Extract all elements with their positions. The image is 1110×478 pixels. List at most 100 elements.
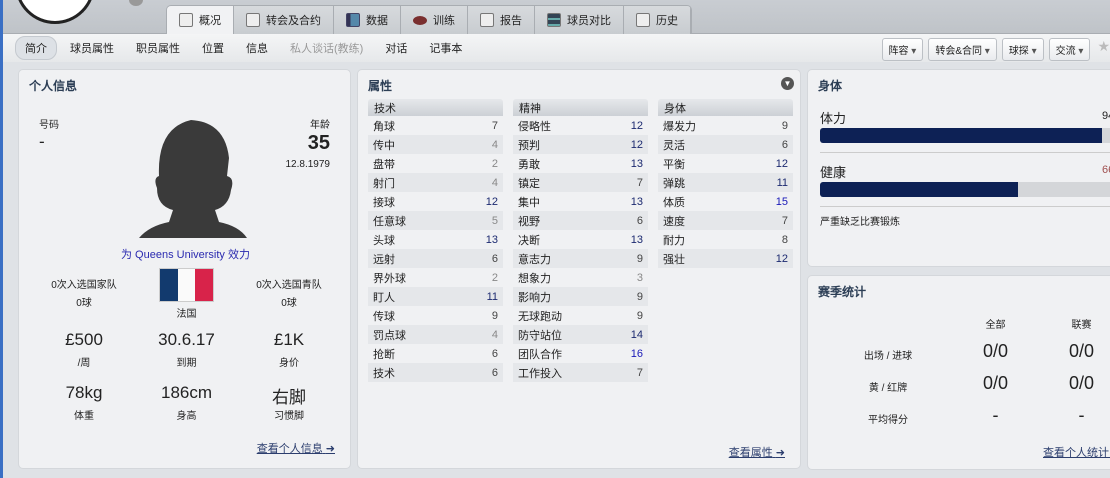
tab-label: 转会及合约 (266, 15, 321, 27)
france-flag-icon (159, 268, 214, 302)
attribute-row[interactable]: 界外球 2 (368, 268, 503, 287)
subnav-profile[interactable]: 简介 (15, 36, 57, 60)
subnav-positions[interactable]: 位置 (193, 37, 233, 59)
attribute-row[interactable]: 无球跑动 9 (513, 306, 648, 325)
subnav-info[interactable]: 信息 (237, 37, 277, 59)
attribute-name: 防守站位 (518, 329, 562, 342)
subnav-private-chat: 私人谈话(教练) (290, 43, 364, 55)
subnav-staff-attributes[interactable]: 职员属性 (127, 37, 189, 59)
view-stats-link[interactable]: 查看个人统计 ➜ (1043, 444, 1110, 460)
attribute-row[interactable]: 决断 13 (513, 230, 648, 249)
subnav-dialogue[interactable]: 对话 (376, 37, 416, 59)
attribute-row[interactable]: 团队合作 16 (513, 344, 648, 363)
squad-dropdown[interactable]: 阵容 (881, 38, 924, 61)
view-personal-info-link[interactable]: 查看个人信息 ➜ (257, 440, 335, 456)
attribute-row[interactable]: 防守站位 14 (513, 325, 648, 344)
view-attributes-link[interactable]: 查看属性 ➜ (729, 444, 785, 460)
tab-history[interactable]: 历史 (624, 6, 691, 34)
attribute-value: 11 (486, 290, 498, 303)
attribute-row[interactable]: 侵略性 12 (513, 116, 648, 135)
attribute-name: 爆发力 (663, 120, 696, 133)
attribute-row[interactable]: 弹跳 11 (658, 173, 793, 192)
attribute-row[interactable]: 镇定 7 (513, 173, 648, 192)
link-text: 查看属性 (728, 447, 773, 459)
attribute-row[interactable]: 接球 12 (368, 192, 503, 211)
stamina-value: 94 (1102, 110, 1110, 122)
attribute-row[interactable]: 传中 4 (368, 135, 503, 154)
attribute-row[interactable]: 强壮 12 (658, 249, 793, 268)
attribute-value: 9 (636, 252, 643, 265)
attribute-name: 灵活 (663, 139, 685, 152)
attribute-row[interactable]: 工作投入 7 (513, 363, 648, 382)
attribute-row[interactable]: 射门 4 (368, 173, 503, 192)
attribute-row[interactable]: 角球 7 (368, 116, 503, 135)
attribute-name: 体质 (663, 196, 685, 209)
expiry-label: 到期 (176, 358, 197, 369)
document-icon (246, 13, 260, 27)
stat-league: - (1078, 405, 1085, 425)
attribute-row[interactable]: 耐力 8 (658, 230, 793, 249)
tab-stats[interactable]: 数据 (334, 6, 401, 34)
season-stats-panel: 赛季统计 全部 联赛 出场 / 进球 0/0 0/0 黄 / 红牌 0/0 0/0… (807, 275, 1110, 470)
attribute-row[interactable]: 盯人 11 (368, 287, 503, 306)
subnav-player-attributes[interactable]: 球员属性 (61, 37, 123, 59)
tab-label: 历史 (656, 15, 678, 27)
attribute-group-header: 精神 (513, 99, 648, 116)
attribute-row[interactable]: 体质 15 (658, 192, 793, 211)
attribute-row[interactable]: 爆发力 9 (658, 116, 793, 135)
attribute-row[interactable]: 平衡 12 (658, 154, 793, 173)
preferred-foot: 右脚 (272, 388, 306, 407)
stat-label: 出场 / 进球 (863, 351, 913, 362)
stamina-fill (820, 128, 1102, 143)
attribute-value: 13 (485, 233, 498, 246)
attribute-row[interactable]: 传球 9 (368, 306, 503, 325)
attribute-value: 15 (775, 195, 788, 208)
attribute-value: 2 (491, 157, 498, 170)
attribute-row[interactable]: 勇敢 13 (513, 154, 648, 173)
attribute-row[interactable]: 罚点球 4 (368, 325, 503, 344)
stat-all: - (992, 405, 999, 425)
attribute-row[interactable]: 速度 7 (658, 211, 793, 230)
attribute-row[interactable]: 集中 13 (513, 192, 648, 211)
interact-dropdown[interactable]: 交流 (1048, 38, 1091, 61)
attribute-row[interactable]: 技术 6 (368, 363, 503, 382)
attribute-value: 12 (485, 195, 498, 208)
stamina-bar (820, 128, 1110, 143)
profile-icon (179, 13, 193, 27)
attribute-row[interactable]: 视野 6 (513, 211, 648, 230)
attribute-row[interactable]: 头球 13 (368, 230, 503, 249)
tab-training[interactable]: 训练 (401, 6, 468, 34)
dropdown-circle-icon[interactable]: ▼ (781, 77, 794, 90)
attribute-row[interactable]: 意志力 9 (513, 249, 648, 268)
subnav-notebook[interactable]: 记事本 (420, 37, 471, 59)
attribute-value: 8 (781, 233, 788, 246)
attribute-row[interactable]: 任意球 5 (368, 211, 503, 230)
attribute-row[interactable]: 灵活 6 (658, 135, 793, 154)
attribute-value: 4 (491, 328, 498, 341)
attribute-row[interactable]: 远射 6 (368, 249, 503, 268)
attribute-group-header: 技术 (368, 99, 503, 116)
tab-contract[interactable]: 转会及合约 (234, 6, 334, 34)
attribute-value: 9 (636, 309, 643, 322)
ball-icon (413, 15, 427, 25)
number-label: 号码 (39, 120, 59, 131)
dob: 12.8.1979 (285, 159, 331, 170)
attribute-name: 集中 (518, 196, 540, 209)
attribute-row[interactable]: 想象力 3 (513, 268, 648, 287)
attribute-row[interactable]: 抢断 6 (368, 344, 503, 363)
scout-dropdown[interactable]: 球探 (1001, 38, 1044, 61)
attribute-row[interactable]: 盘带 2 (368, 154, 503, 173)
tab-reports[interactable]: 报告 (468, 6, 535, 34)
attribute-name: 平衡 (663, 158, 685, 171)
attribute-row[interactable]: 影响力 9 (513, 287, 648, 306)
transfer-dropdown[interactable]: 转会&合同 (928, 38, 997, 61)
attribute-row[interactable]: 预判 12 (513, 135, 648, 154)
tab-compare[interactable]: 球员对比 (535, 6, 624, 34)
tab-overview[interactable]: 概况 (167, 6, 234, 34)
attribute-value: 13 (630, 157, 643, 170)
star-icon[interactable]: ★ (1097, 38, 1110, 61)
personal-info-panel: 个人信息 号码 - 年龄 35 12.8.1979 为 Queens Unive… (18, 69, 351, 469)
panel-title: 身体 (818, 79, 843, 93)
nation[interactable]: 法国 (129, 305, 244, 320)
club-link[interactable]: 为 Queens University 效力 (19, 246, 352, 262)
